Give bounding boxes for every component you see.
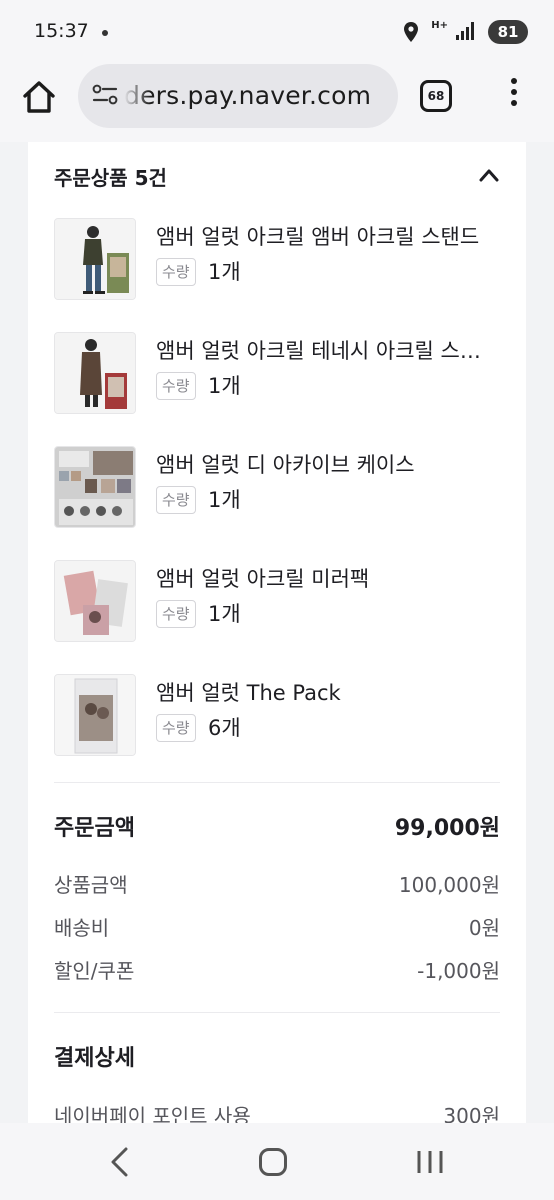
order-item[interactable]: 앰버 얼럿 아크릴 미러팩 수량 1개 (54, 560, 500, 644)
order-items-header[interactable]: 주문상품 5건 (54, 162, 500, 192)
notification-dot-icon (102, 30, 108, 36)
discount-row: 할인/쿠폰 -1,000원 (54, 955, 500, 985)
divider (54, 782, 500, 783)
signal-icon (456, 22, 474, 40)
product-amount-value: 100,000원 (398, 873, 500, 897)
product-thumbnail[interactable] (54, 332, 136, 414)
discount-value: -1,000원 (417, 959, 500, 983)
product-thumbnail[interactable] (54, 674, 136, 756)
order-item[interactable]: 앰버 얼럿 아크릴 테네시 아크릴 스탠드 수량 1개 (54, 332, 500, 416)
discount-label: 할인/쿠폰 (54, 959, 135, 983)
item-name[interactable]: 앰버 얼럿 디 아카이브 케이스 (156, 449, 496, 479)
recent-apps-icon[interactable] (416, 1149, 444, 1175)
battery-icon: 81 (488, 20, 528, 44)
address-bar[interactable]: ders.pay.naver.com (78, 64, 398, 128)
order-item[interactable]: 앰버 얼럿 The Pack 수량 6개 (54, 674, 500, 758)
back-icon[interactable] (108, 1147, 132, 1177)
qty-value: 1개 (208, 488, 241, 512)
qty-label: 수량 (156, 372, 196, 400)
order-item[interactable]: 앰버 얼럿 디 아카이브 케이스 수량 1개 (54, 446, 500, 530)
network-type-icon: H+ (431, 20, 448, 31)
home-nav-icon[interactable] (259, 1148, 287, 1176)
system-nav-bar (0, 1123, 554, 1200)
order-total-value: 99,000원 (394, 816, 500, 841)
item-name[interactable]: 앰버 얼럿 아크릴 앰버 아크릴 스탠드 (156, 221, 496, 251)
item-name[interactable]: 앰버 얼럿 아크릴 미러팩 (156, 563, 496, 593)
location-icon (404, 22, 418, 42)
qty-label: 수량 (156, 714, 196, 742)
order-total-row: 주문금액 99,000원 (54, 810, 500, 841)
product-thumbnail[interactable] (54, 446, 136, 528)
item-name[interactable]: 앰버 얼럿 The Pack (156, 677, 496, 707)
page-content: 주문상품 5건 앰버 얼럿 아크릴 앰버 아크릴 스탠드 수량 1개 앰버 얼럿… (0, 142, 554, 1123)
qty-label: 수량 (156, 486, 196, 514)
status-bar: 15:37 H+ 81 (0, 0, 554, 64)
product-amount-row: 상품금액 100,000원 (54, 869, 500, 899)
product-thumbnail[interactable] (54, 560, 136, 642)
order-card: 주문상품 5건 앰버 얼럿 아크릴 앰버 아크릴 스탠드 수량 1개 앰버 얼럿… (28, 142, 526, 1123)
order-total-label: 주문금액 (54, 816, 135, 841)
payment-detail-title: 결제상세 (54, 1046, 135, 1071)
qty-value: 1개 (208, 260, 241, 284)
site-settings-icon[interactable] (92, 84, 118, 106)
chevron-up-icon[interactable] (478, 166, 500, 184)
order-item[interactable]: 앰버 얼럿 아크릴 앰버 아크릴 스탠드 수량 1개 (54, 218, 500, 302)
home-icon[interactable] (22, 80, 56, 114)
overflow-menu-icon[interactable] (506, 78, 522, 114)
url-text[interactable]: ders.pay.naver.com (124, 81, 388, 110)
shipping-row: 배송비 0원 (54, 912, 500, 942)
product-thumbnail[interactable] (54, 218, 136, 300)
url-fade (124, 74, 150, 118)
status-icons: H+ 81 (388, 20, 528, 44)
shipping-value: 0원 (468, 916, 500, 940)
point-usage-label: 네이버페이 포인트 사용 (54, 1104, 251, 1123)
qty-value: 1개 (208, 374, 241, 398)
point-usage-row: 네이버페이 포인트 사용 300원 (54, 1100, 500, 1123)
browser-toolbar: ders.pay.naver.com 68 (0, 64, 554, 142)
order-items-title: 주문상품 5건 (54, 166, 167, 190)
product-amount-label: 상품금액 (54, 873, 128, 897)
qty-value: 6개 (208, 716, 241, 740)
status-time: 15:37 (34, 20, 89, 42)
item-name[interactable]: 앰버 얼럿 아크릴 테네시 아크릴 스탠드 (156, 335, 496, 365)
qty-value: 1개 (208, 602, 241, 626)
tab-switcher-button[interactable]: 68 (420, 80, 452, 112)
qty-label: 수량 (156, 258, 196, 286)
divider (54, 1012, 500, 1013)
point-usage-value: 300원 (443, 1104, 500, 1123)
shipping-label: 배송비 (54, 916, 110, 940)
qty-label: 수량 (156, 600, 196, 628)
